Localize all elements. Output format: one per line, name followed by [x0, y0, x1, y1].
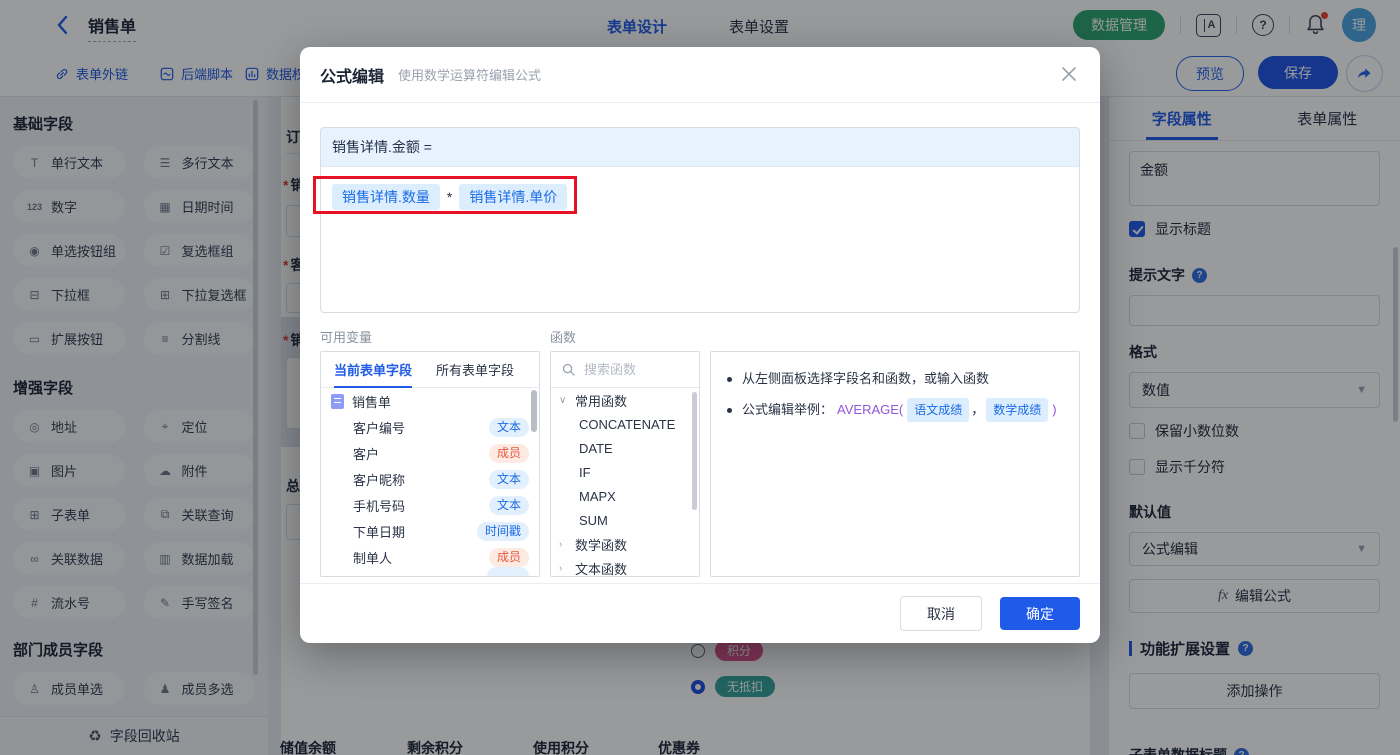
function-item[interactable]: CONCATENATE — [551, 412, 699, 436]
tip-line-2: 公式编辑举例： AVERAGE( 语文成绩 ， 数学成绩 ) — [725, 398, 1065, 422]
form-doc-icon — [331, 393, 344, 409]
function-item[interactable]: DATE — [551, 436, 699, 460]
available-variables-label: 可用变量 — [320, 330, 373, 345]
modal-columns: 当前表单字段 所有表单字段 销售单 客户编号 文本 客户 成员 客户昵称 文本 手机号… — [320, 351, 1080, 577]
formula-target: 销售详情.金额 = — [321, 128, 1079, 167]
clipped-badge — [487, 567, 529, 576]
variables-scrollbar-thumb[interactable] — [531, 390, 537, 432]
confirm-button[interactable]: 确定 — [1000, 597, 1080, 630]
type-badge: 文本 — [488, 495, 529, 515]
tips-panel: 从左侧面板选择字段名和函数，或输入函数 公式编辑举例： AVERAGE( 语文成… — [710, 351, 1080, 577]
function-group-math[interactable]: › 数学函数 — [551, 532, 699, 556]
modal-footer: 取消 确定 — [300, 583, 1100, 643]
chevron-expanded-icon: ∨ — [559, 394, 567, 406]
bullet-icon — [727, 376, 732, 382]
function-item[interactable]: IF — [551, 460, 699, 484]
function-item[interactable]: MAPX — [551, 484, 699, 508]
modal-header: 公式编辑 使用数学运算符编辑公式 — [300, 47, 1100, 103]
formula-editor: 销售详情.金额 = 销售详情.数量 * 销售详情.单价 — [320, 127, 1080, 313]
type-badge: 成员 — [488, 547, 529, 567]
type-badge: 文本 — [488, 417, 529, 437]
formula-edit-modal: 公式编辑 使用数学运算符编辑公式 销售详情.金额 = 销售详情.数量 * 销售详… — [300, 47, 1100, 643]
type-badge: 时间戳 — [476, 521, 529, 541]
panel-labels: 可用变量 函数 — [320, 327, 1080, 346]
modal-title: 公式编辑 — [320, 68, 385, 86]
variable-row[interactable]: 客户编号 文本 — [321, 414, 539, 440]
chevron-collapsed-icon: › — [559, 562, 563, 574]
functions-label: 函数 — [550, 330, 577, 345]
search-icon — [562, 363, 575, 376]
chevron-collapsed-icon: › — [559, 538, 563, 550]
variables-tabs: 当前表单字段 所有表单字段 — [321, 352, 539, 388]
type-badge: 成员 — [488, 443, 529, 463]
type-badge: 文本 — [488, 469, 529, 489]
annotation-highlight-box — [313, 176, 577, 214]
tab-all-form-fields[interactable]: 所有表单字段 — [436, 360, 514, 379]
cancel-button[interactable]: 取消 — [900, 596, 982, 631]
close-icon[interactable] — [1060, 65, 1078, 83]
variables-panel: 当前表单字段 所有表单字段 销售单 客户编号 文本 客户 成员 客户昵称 文本 手机号… — [320, 351, 540, 577]
variable-row[interactable]: 客户 成员 — [321, 440, 539, 466]
app-screen: 销售单 表单设计 表单设置 数据管理 A ? 理 表单外链 后端脚本 数据权 预… — [0, 0, 1400, 755]
average-function-text: AVERAGE( — [837, 402, 904, 417]
modal-subtitle: 使用数学运算符编辑公式 — [398, 68, 542, 83]
variable-row[interactable]: 下单日期 时间戳 — [321, 518, 539, 544]
function-search-input[interactable] — [582, 361, 686, 378]
variable-row[interactable]: 客户昵称 文本 — [321, 466, 539, 492]
modal-body: 销售详情.金额 = 销售详情.数量 * 销售详情.单价 可用变量 函数 当前表单… — [300, 103, 1100, 577]
function-search[interactable] — [551, 352, 699, 388]
functions-panel: ∨常用函数 CONCATENATE DATE IF MAPX SUM ›数学函数… — [550, 351, 700, 577]
example-chip-math-score: 数学成绩 — [986, 398, 1049, 422]
variable-tree-root[interactable]: 销售单 — [321, 388, 539, 414]
function-group-text[interactable]: › 文本函数 — [551, 556, 699, 577]
variable-row[interactable]: 手机号码 文本 — [321, 492, 539, 518]
tab-current-form-fields[interactable]: 当前表单字段 — [334, 352, 413, 388]
functions-scrollbar-thumb[interactable] — [692, 392, 697, 510]
example-chip-chinese-score: 语文成绩 — [907, 398, 970, 422]
function-item[interactable]: SUM — [551, 508, 699, 532]
tip-line-1: 从左侧面板选择字段名和函数，或输入函数 — [725, 369, 1065, 389]
function-group-common[interactable]: ∨ 常用函数 — [551, 388, 699, 412]
bullet-icon — [727, 407, 732, 413]
